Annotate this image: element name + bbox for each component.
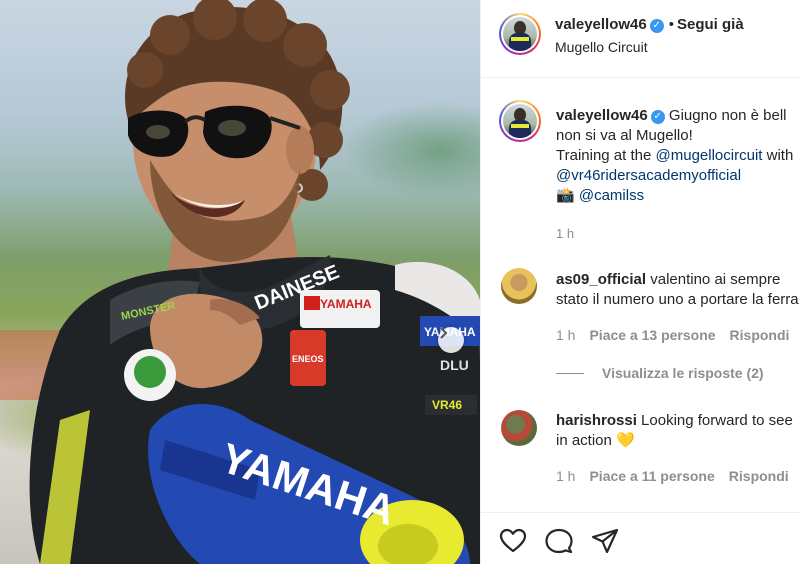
carousel-next-button[interactable]: [438, 327, 464, 353]
send-icon[interactable]: [591, 527, 619, 555]
suit-dunlop-text: DLU: [440, 357, 469, 373]
camera-emoji-icon: 📸: [556, 187, 575, 204]
header-author-row: valeyellow46 ✓ • Segui già: [555, 16, 744, 34]
verified-badge-icon: ✓: [649, 19, 664, 33]
replies-divider: [556, 372, 584, 374]
post-header: valeyellow46 ✓ • Segui già Mugello Circuit: [481, 0, 800, 78]
comment-likes[interactable]: Piace a 11 persone: [589, 468, 714, 484]
comment-text-line1: valentino ai sempre: [650, 271, 781, 288]
comment-reply-button[interactable]: Rispondi: [730, 327, 790, 343]
caption-text-line1: Giugno non è bell: [668, 107, 787, 124]
post-location[interactable]: Mugello Circuit: [555, 39, 648, 55]
suit-eneos-text: ENEOS: [292, 354, 324, 364]
comment-text-line1: Looking forward to see: [641, 412, 793, 429]
comment-time[interactable]: 1 h: [556, 327, 575, 343]
comment-text-line2: in action 💛: [556, 432, 635, 449]
comment-item: harishrossi Looking forward to see in ac…: [556, 411, 793, 451]
mention-camilss[interactable]: @camilss: [579, 187, 644, 204]
comment-icon[interactable]: [545, 527, 573, 555]
post-actions-bar: [481, 512, 800, 564]
comment-item: as09_official valentino ai sempre stato …: [556, 270, 799, 310]
comment-avatar[interactable]: [501, 410, 537, 446]
comment-username[interactable]: as09_official: [556, 271, 646, 288]
post-details-panel: valeyellow46 ✓ • Segui già Mugello Circuit …: [480, 0, 800, 564]
caption-author-avatar[interactable]: [499, 100, 541, 142]
author-avatar[interactable]: [499, 13, 541, 55]
comment-text-line2: stato il numero uno a portare la ferra: [556, 291, 799, 308]
comment-meta: 1 h Piace a 11 persone Rispondi: [556, 468, 800, 484]
header-username[interactable]: valeyellow46: [555, 16, 647, 33]
caption-time[interactable]: 1 h: [556, 226, 574, 241]
chevron-right-icon: [440, 327, 448, 339]
comment-reply-button[interactable]: Rispondi: [729, 468, 789, 484]
rider-illustration: YAMAHA DAINESE MONSTER ENEOS YAMAHA YAMA…: [0, 0, 480, 564]
comment-username[interactable]: harishrossi: [556, 412, 637, 429]
view-replies-label: Visualizza le risposte (2): [602, 365, 764, 381]
heart-icon[interactable]: [499, 527, 527, 555]
comment-meta: 1 h Piace a 13 persone Rispondi: [556, 327, 800, 343]
caption-text-line3-prefix: Training at the: [556, 147, 652, 164]
comment-time[interactable]: 1 h: [556, 468, 575, 484]
caption-text-line2: non si va al Mugello!: [556, 127, 693, 144]
mention-mugellocircuit[interactable]: @mugellocircuit: [656, 147, 763, 164]
view-replies-button[interactable]: Visualizza le risposte (2): [556, 365, 764, 381]
comment-likes[interactable]: Piace a 13 persone: [589, 327, 715, 343]
caption-username[interactable]: valeyellow46: [556, 107, 648, 124]
caption: valeyellow46 ✓ Giugno non è bell non si v…: [556, 106, 793, 206]
following-button[interactable]: Segui già: [677, 16, 744, 33]
post-photo[interactable]: YAMAHA DAINESE MONSTER ENEOS YAMAHA YAMA…: [0, 0, 480, 564]
suit-vr46-text: VR46: [432, 398, 462, 412]
comment-avatar[interactable]: [501, 268, 537, 304]
verified-badge-icon: ✓: [650, 110, 665, 124]
separator-dot: •: [668, 16, 674, 33]
caption-text-line3-suffix: with: [766, 147, 794, 164]
suit-yamaha-chest-text: YAMAHA: [320, 297, 372, 311]
mention-vr46ridersacademy[interactable]: @vr46ridersacademyofficial: [556, 167, 741, 184]
